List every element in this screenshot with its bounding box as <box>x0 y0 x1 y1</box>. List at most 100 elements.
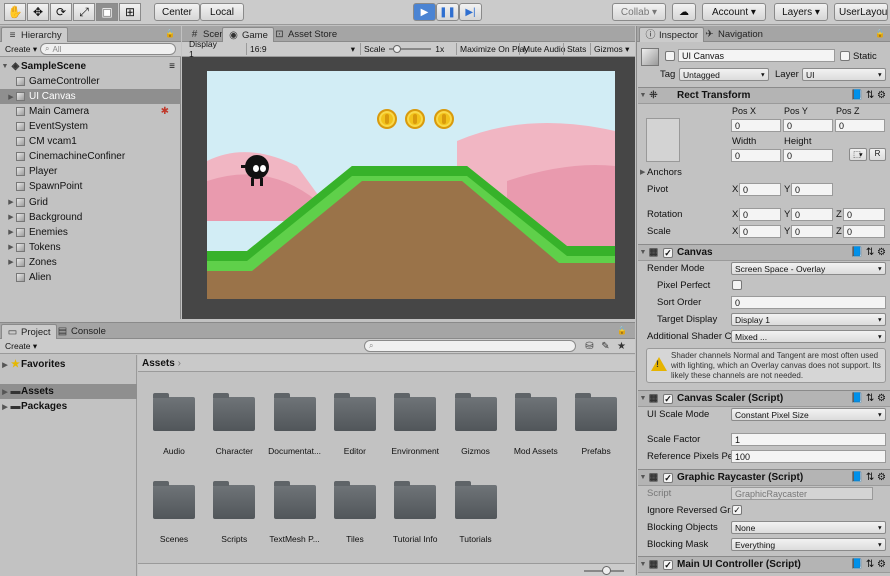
cloud-button[interactable]: ☁ <box>672 3 696 21</box>
game-viewport[interactable] <box>207 71 615 299</box>
hierarchy-item[interactable]: CM vcam1 <box>0 134 181 149</box>
hierarchy-item[interactable]: ▶ UI Canvas <box>0 89 181 105</box>
pivot-x-field[interactable]: 0 <box>739 183 781 196</box>
collapse-arrow-icon[interactable]: ▼ <box>638 249 648 256</box>
asset-folder[interactable]: Scenes <box>143 479 205 551</box>
expand-arrow-icon[interactable]: ▶ <box>0 388 10 396</box>
target-display-dropdown[interactable]: Display 1 <box>731 313 886 326</box>
shader-channels-dropdown[interactable]: Mixed ... <box>731 330 886 343</box>
expand-arrow-icon[interactable]: ▶ <box>6 258 16 266</box>
scale-slider[interactable]: Scale 1x <box>360 43 454 55</box>
tag-dropdown[interactable]: Untagged <box>679 68 769 81</box>
tab-hierarchy[interactable]: ≡ Hierarchy <box>1 27 68 42</box>
star-icon[interactable]: ★ <box>616 341 627 352</box>
play-button[interactable]: ▶ <box>413 3 436 21</box>
filter-type-icon[interactable]: ⛁ <box>584 341 595 352</box>
expand-arrow-icon[interactable]: ▶ <box>0 403 10 411</box>
hierarchy-item[interactable]: ▶ Zones <box>0 255 181 270</box>
account-dropdown[interactable]: Account ▾ <box>702 3 766 21</box>
main-ui-controller-header[interactable]: ▼ ▦ ✓ Main UI Controller (Script) 📘 ⇅ ⚙ <box>638 556 890 573</box>
expand-arrow-icon[interactable]: ▼ <box>0 63 10 70</box>
assets-row[interactable]: ▶ ▬ Assets <box>0 384 137 399</box>
canvas-scaler-enabled-checkbox[interactable]: ✓ <box>663 393 673 404</box>
asset-folder[interactable]: TextMesh P... <box>264 479 326 551</box>
active-checkbox[interactable] <box>665 51 675 61</box>
expand-arrow-icon[interactable]: ▶ <box>640 168 645 176</box>
sort-order-field[interactable]: 0 <box>731 296 886 309</box>
pivot-local-button[interactable]: Local <box>200 3 244 21</box>
rotate-icon[interactable]: ⟳ <box>50 3 72 21</box>
collapse-arrow-icon[interactable]: ▼ <box>638 395 648 402</box>
tab-navigation[interactable]: ✈ Navigation <box>699 27 768 42</box>
lock-icon[interactable]: 🔒 <box>165 29 175 38</box>
component-menu-icons[interactable]: 📘 ⇅ ⚙ <box>851 247 886 258</box>
rect-tool-icon[interactable]: ▣ <box>96 3 118 21</box>
collapse-arrow-icon[interactable]: ▼ <box>638 561 648 568</box>
posy-field[interactable]: 0 <box>783 119 833 132</box>
hierarchy-item[interactable]: GameController <box>0 74 181 89</box>
hierarchy-item[interactable]: CinemachineConfiner <box>0 149 181 164</box>
raycaster-enabled-checkbox[interactable]: ✓ <box>663 472 673 483</box>
move-icon[interactable]: ✥ <box>27 3 49 21</box>
scale-factor-field[interactable]: 1 <box>731 433 886 446</box>
canvas-header[interactable]: ▼ ▦ ✓ Canvas 📘 ⇅ ⚙ <box>638 244 890 261</box>
hierarchy-item[interactable]: ▶ Tokens <box>0 240 181 255</box>
expand-arrow-icon[interactable]: ▶ <box>6 243 16 251</box>
asset-folder[interactable]: Mod Assets <box>505 391 567 463</box>
component-menu-icons[interactable]: 📘 ⇅ ⚙ <box>851 393 886 404</box>
scale-x-field[interactable]: 0 <box>739 225 781 238</box>
rotation-z-field[interactable]: 0 <box>843 208 885 221</box>
gizmos-dropdown[interactable]: Gizmos ▾ <box>590 43 632 55</box>
asset-folder[interactable]: Gizmos <box>445 391 507 463</box>
blocking-objects-dropdown[interactable]: None <box>731 521 886 534</box>
height-field[interactable]: 0 <box>783 149 833 162</box>
rotation-x-field[interactable]: 0 <box>739 208 781 221</box>
hierarchy-item[interactable]: EventSystem <box>0 119 181 134</box>
slider-thumb[interactable] <box>393 45 402 53</box>
scale-y-field[interactable]: 0 <box>791 225 833 238</box>
canvas-enabled-checkbox[interactable]: ✓ <box>663 247 673 258</box>
tab-project[interactable]: ▭ Project <box>1 324 57 339</box>
lock-icon[interactable]: 🔒 <box>875 29 885 38</box>
scale-icon[interactable]: ⤢ <box>73 3 95 21</box>
asset-folder[interactable]: Environment <box>384 391 446 463</box>
pivot-center-button[interactable]: Center <box>154 3 200 21</box>
reference-pixels-field[interactable]: 100 <box>731 450 886 463</box>
controller-enabled-checkbox[interactable]: ✓ <box>663 559 673 570</box>
collapse-arrow-icon[interactable]: ▼ <box>638 92 648 99</box>
blocking-mask-dropdown[interactable]: Everything <box>731 538 886 551</box>
asset-folder[interactable]: Tutorials <box>445 479 507 551</box>
icon-size-slider[interactable] <box>584 566 624 575</box>
hierarchy-item[interactable]: ▶ Grid <box>0 195 181 210</box>
asset-folder[interactable]: Character <box>203 391 265 463</box>
expand-arrow-icon[interactable]: ▶ <box>6 228 16 236</box>
display-dropdown[interactable]: Display 1 <box>186 39 224 59</box>
rotation-y-field[interactable]: 0 <box>791 208 833 221</box>
collapse-arrow-icon[interactable]: ▼ <box>638 474 648 481</box>
aspect-dropdown[interactable]: 16:9 ▾ <box>246 43 358 55</box>
asset-folder[interactable]: Tiles <box>324 479 386 551</box>
filter-label-icon[interactable]: ✎ <box>600 341 611 352</box>
asset-folder[interactable]: Audio <box>143 391 205 463</box>
collab-button[interactable]: Collab ▾ <box>612 3 666 21</box>
posx-field[interactable]: 0 <box>731 119 781 132</box>
hierarchy-item[interactable]: ▶ Background <box>0 210 181 225</box>
transform-icon[interactable]: ⊞ <box>119 3 141 21</box>
hierarchy-item[interactable]: ▶ Enemies <box>0 225 181 240</box>
asset-folder[interactable]: Editor <box>324 391 386 463</box>
scene-menu-icon[interactable]: ≡ <box>169 61 175 72</box>
asset-folder[interactable]: Scripts <box>203 479 265 551</box>
component-menu-icons[interactable]: 📘 ⇅ ⚙ <box>851 559 886 570</box>
asset-folder[interactable]: Tutorial Info <box>384 479 446 551</box>
layer-dropdown[interactable]: UI <box>802 68 886 81</box>
asset-folder[interactable]: Prefabs <box>565 391 627 463</box>
tab-console[interactable]: ▤ Console <box>52 324 111 339</box>
expand-arrow-icon[interactable]: ▶ <box>0 361 10 369</box>
canvas-scaler-header[interactable]: ▼ ▦ ✓ Canvas Scaler (Script) 📘 ⇅ ⚙ <box>638 390 890 407</box>
blueprint-mode-button[interactable]: ⬚ <box>849 148 867 161</box>
static-checkbox[interactable] <box>840 51 850 61</box>
hierarchy-create-button[interactable]: Create ▾ <box>2 43 40 55</box>
layers-dropdown[interactable]: Layers ▾ <box>774 3 828 21</box>
object-name-field[interactable]: UI Canvas <box>678 49 835 62</box>
stats-toggle[interactable]: Stats <box>563 43 589 55</box>
